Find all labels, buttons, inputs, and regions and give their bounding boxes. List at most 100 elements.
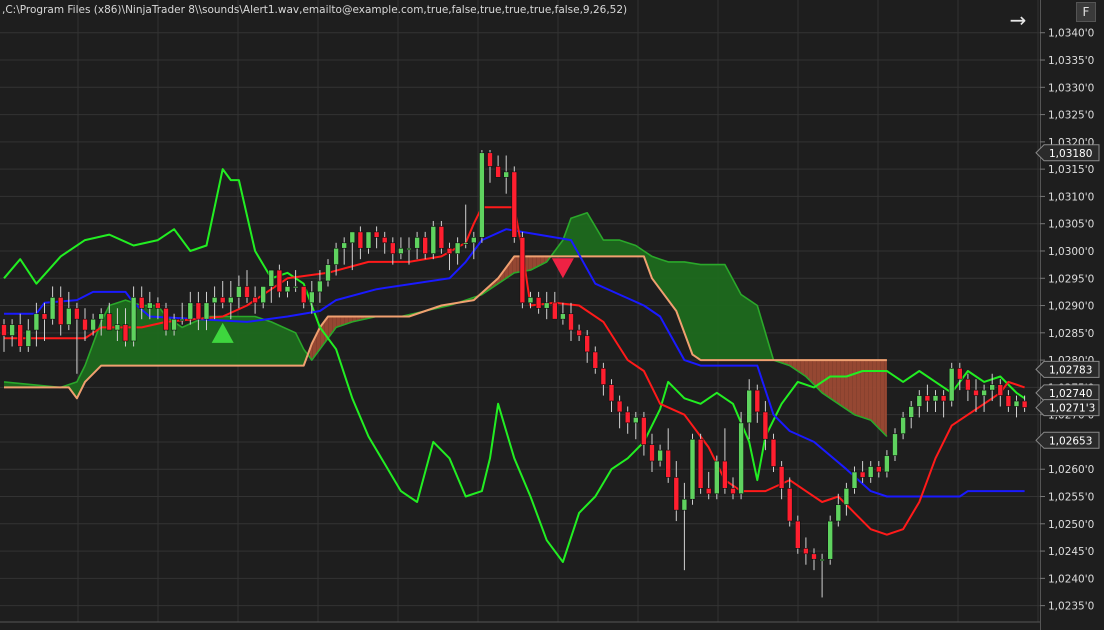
candle-down — [576, 329, 582, 336]
candle-down — [786, 488, 793, 522]
candle-up — [90, 318, 96, 331]
price-tick-label: 1,0255'0 — [1048, 492, 1094, 504]
candle-up — [406, 247, 412, 251]
candle-up — [292, 286, 299, 289]
candle-down — [252, 297, 258, 304]
price-marker-label: 1,03180 — [1049, 148, 1092, 160]
candle-down — [122, 324, 129, 342]
candle-down — [608, 384, 615, 402]
candle-down — [551, 302, 558, 320]
candle-up — [49, 297, 56, 320]
price-tick-label: 1,0295'0 — [1048, 273, 1094, 285]
price-marker-label: 1,02653 — [1049, 435, 1092, 447]
candle-up — [147, 302, 153, 309]
price-marker: 1,03180 — [1035, 144, 1100, 162]
candle-up — [843, 488, 850, 505]
candle-down — [138, 297, 145, 309]
candle-up — [867, 466, 874, 478]
price-marker-label: 1,0271'3 — [1049, 403, 1095, 415]
candle-up — [398, 247, 404, 255]
candle-down — [665, 449, 672, 478]
price-marker: 1,02653 — [1035, 431, 1100, 449]
candle-down — [41, 313, 48, 320]
candle-up — [738, 422, 744, 495]
price-tick-label: 1,0335'0 — [1048, 55, 1094, 67]
price-tick-label: 1,0250'0 — [1048, 519, 1094, 531]
candle-down — [624, 411, 631, 424]
candle-up — [365, 231, 372, 249]
indicator-title: ,C:\Program Files (x86)\NinjaTrader 8\\s… — [2, 4, 628, 16]
candle-down — [722, 460, 728, 489]
candle-down — [641, 417, 647, 445]
candle-up — [527, 297, 534, 304]
candle-up — [560, 313, 566, 320]
candle-down — [875, 466, 882, 473]
candle-down — [730, 488, 736, 495]
candle-down — [57, 297, 64, 325]
candle-up — [543, 302, 550, 309]
candle-up — [657, 449, 663, 462]
price-tick-label: 1,0260'0 — [1048, 464, 1094, 476]
candle-down — [446, 247, 453, 255]
candle-down — [155, 302, 161, 309]
price-marker-label: 1,02740 — [1049, 388, 1092, 400]
candle-up — [681, 498, 688, 511]
candle-up — [479, 152, 485, 238]
candle-down — [244, 286, 250, 298]
candle-down — [697, 438, 704, 489]
candle-up — [268, 269, 275, 287]
candle-up — [689, 438, 696, 500]
candle-up — [851, 471, 858, 489]
candle-up — [33, 313, 40, 331]
candle-up — [114, 324, 121, 331]
price-marker: 1,0271'3 — [1035, 399, 1100, 417]
candle-down — [770, 438, 777, 467]
candle-up — [908, 406, 915, 418]
candle-up — [632, 417, 639, 424]
candle-up — [835, 504, 842, 522]
candle-down — [568, 313, 574, 331]
candle-up — [179, 318, 185, 321]
price-marker: 1,02740 — [1035, 384, 1100, 402]
price-tick-label: 1,0305'0 — [1048, 219, 1094, 231]
candle-up — [228, 297, 234, 304]
price-tick-label: 1,0240'0 — [1048, 573, 1094, 585]
candle-down — [965, 378, 971, 391]
candle-up — [916, 395, 923, 407]
candle-up — [430, 226, 437, 255]
candle-down — [17, 324, 24, 347]
candle-up — [948, 367, 955, 402]
candle-up — [462, 242, 469, 245]
candle-up — [236, 286, 242, 298]
candle-up — [981, 389, 987, 396]
f-button[interactable]: F — [1076, 2, 1096, 22]
candle-down — [924, 395, 931, 402]
price-marker: 1,02783 — [1035, 360, 1100, 378]
candle-down — [1, 324, 7, 336]
candle-down — [705, 488, 712, 495]
ichimoku-chart[interactable]: 1,0235'0 1,0240'0 1,0245'0 1,0250'0 1,0255'0… — [0, 0, 1104, 630]
candle-down — [74, 307, 80, 320]
candle-up — [503, 171, 510, 178]
price-tick-label: 1,0310'0 — [1048, 191, 1094, 203]
candle-down — [956, 367, 963, 380]
price-marker-label: 1,02783 — [1049, 364, 1092, 376]
candle-up — [827, 520, 834, 560]
arrow-right-icon[interactable]: → — [1006, 8, 1030, 32]
candle-down — [997, 384, 1004, 396]
candle-down — [381, 237, 388, 244]
candle-down — [600, 367, 607, 385]
price-tick-label: 1,0340'0 — [1048, 28, 1094, 40]
candle-down — [616, 400, 623, 413]
price-tick-label: 1,0300'0 — [1048, 246, 1094, 258]
candle-up — [211, 297, 218, 304]
candle-up — [1013, 400, 1020, 407]
candle-down — [592, 351, 599, 369]
candle-up — [713, 460, 720, 495]
candle-up — [171, 318, 177, 331]
candle-down — [495, 166, 501, 178]
candle-up — [333, 247, 339, 265]
candle-up — [66, 307, 72, 325]
candle-up — [884, 455, 890, 473]
candle-down — [803, 548, 809, 555]
